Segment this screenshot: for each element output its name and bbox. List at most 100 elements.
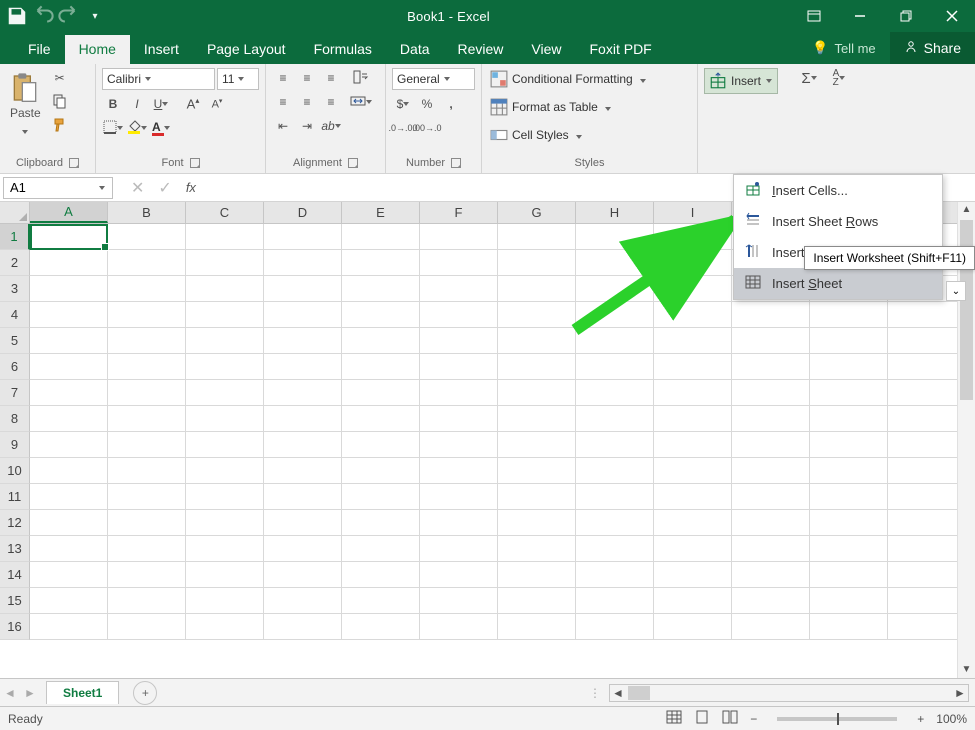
cell-I10[interactable] [654, 458, 732, 484]
row-header-14[interactable]: 14 [0, 562, 30, 588]
font-size-combo[interactable]: 11 [217, 68, 259, 90]
copy-button[interactable] [49, 92, 71, 112]
cell-A3[interactable] [30, 276, 108, 302]
tab-view[interactable]: View [517, 35, 575, 64]
minimize-button[interactable] [837, 0, 883, 32]
cell-L6[interactable] [888, 354, 966, 380]
cell-A16[interactable] [30, 614, 108, 640]
cell-J14[interactable] [732, 562, 810, 588]
cell-K7[interactable] [810, 380, 888, 406]
row-header-11[interactable]: 11 [0, 484, 30, 510]
cell-D7[interactable] [264, 380, 342, 406]
cell-I6[interactable] [654, 354, 732, 380]
cell-H15[interactable] [576, 588, 654, 614]
cell-A13[interactable] [30, 536, 108, 562]
cell-D15[interactable] [264, 588, 342, 614]
cell-styles-button[interactable]: Cell Styles [488, 124, 584, 146]
cell-B9[interactable] [108, 432, 186, 458]
wrap-text-button[interactable] [350, 68, 372, 88]
cell-C12[interactable] [186, 510, 264, 536]
row-header-5[interactable]: 5 [0, 328, 30, 354]
paste-button[interactable]: Paste [6, 68, 45, 146]
cell-D6[interactable] [264, 354, 342, 380]
cell-A12[interactable] [30, 510, 108, 536]
column-header-C[interactable]: C [186, 202, 264, 223]
name-box[interactable]: A1 [3, 177, 113, 199]
cell-D9[interactable] [264, 432, 342, 458]
cell-A14[interactable] [30, 562, 108, 588]
cell-F16[interactable] [420, 614, 498, 640]
cell-D5[interactable] [264, 328, 342, 354]
cell-F15[interactable] [420, 588, 498, 614]
cell-J10[interactable] [732, 458, 810, 484]
cell-E5[interactable] [342, 328, 420, 354]
cell-K6[interactable] [810, 354, 888, 380]
cell-G13[interactable] [498, 536, 576, 562]
cell-I9[interactable] [654, 432, 732, 458]
cell-L7[interactable] [888, 380, 966, 406]
column-header-I[interactable]: I [654, 202, 732, 223]
row-header-3[interactable]: 3 [0, 276, 30, 302]
tab-data[interactable]: Data [386, 35, 444, 64]
column-header-A[interactable]: A [30, 202, 108, 223]
split-handle-icon[interactable]: ⋮ [589, 686, 601, 700]
save-icon[interactable] [6, 5, 28, 27]
column-header-D[interactable]: D [264, 202, 342, 223]
cell-B8[interactable] [108, 406, 186, 432]
cell-F5[interactable] [420, 328, 498, 354]
cell-D11[interactable] [264, 484, 342, 510]
cell-A8[interactable] [30, 406, 108, 432]
number-format-combo[interactable]: General [392, 68, 475, 90]
qat-customize-icon[interactable]: ▾ [84, 5, 106, 27]
cell-B16[interactable] [108, 614, 186, 640]
cell-E7[interactable] [342, 380, 420, 406]
cell-C14[interactable] [186, 562, 264, 588]
menu-insert-cells[interactable]: Insert Cells... [734, 175, 942, 206]
row-header-9[interactable]: 9 [0, 432, 30, 458]
cell-G8[interactable] [498, 406, 576, 432]
cell-G15[interactable] [498, 588, 576, 614]
cell-J12[interactable] [732, 510, 810, 536]
cell-E15[interactable] [342, 588, 420, 614]
cell-B6[interactable] [108, 354, 186, 380]
cell-B7[interactable] [108, 380, 186, 406]
cell-I12[interactable] [654, 510, 732, 536]
cell-L9[interactable] [888, 432, 966, 458]
merge-center-button[interactable] [350, 92, 372, 112]
format-painter-button[interactable] [49, 116, 71, 136]
cell-H7[interactable] [576, 380, 654, 406]
cell-B12[interactable] [108, 510, 186, 536]
menu-insert-sheet[interactable]: Insert Sheet [734, 268, 942, 299]
autosum-button[interactable]: Σ [798, 68, 820, 88]
italic-button[interactable]: I [126, 94, 148, 114]
row-header-16[interactable]: 16 [0, 614, 30, 640]
cell-F10[interactable] [420, 458, 498, 484]
cell-C13[interactable] [186, 536, 264, 562]
cell-E11[interactable] [342, 484, 420, 510]
cell-A6[interactable] [30, 354, 108, 380]
cell-G1[interactable] [498, 224, 576, 250]
tab-home[interactable]: Home [65, 35, 130, 64]
align-right-button[interactable]: ≡ [320, 92, 342, 112]
cell-E16[interactable] [342, 614, 420, 640]
cell-G7[interactable] [498, 380, 576, 406]
sort-filter-button[interactable]: AZ [828, 68, 850, 88]
cell-J11[interactable] [732, 484, 810, 510]
cell-A5[interactable] [30, 328, 108, 354]
cell-A2[interactable] [30, 250, 108, 276]
cell-C5[interactable] [186, 328, 264, 354]
cell-E8[interactable] [342, 406, 420, 432]
scroll-up-icon[interactable]: ▲ [958, 202, 975, 218]
cell-H6[interactable] [576, 354, 654, 380]
row-header-12[interactable]: 12 [0, 510, 30, 536]
restore-button[interactable] [883, 0, 929, 32]
ribbon-display-options-icon[interactable] [791, 0, 837, 32]
cell-C6[interactable] [186, 354, 264, 380]
column-header-E[interactable]: E [342, 202, 420, 223]
cell-G4[interactable] [498, 302, 576, 328]
align-top-button[interactable]: ≡ [272, 68, 294, 88]
cell-K9[interactable] [810, 432, 888, 458]
orientation-button[interactable]: ab [320, 116, 342, 136]
cell-A15[interactable] [30, 588, 108, 614]
zoom-in-button[interactable]: + [917, 712, 924, 726]
